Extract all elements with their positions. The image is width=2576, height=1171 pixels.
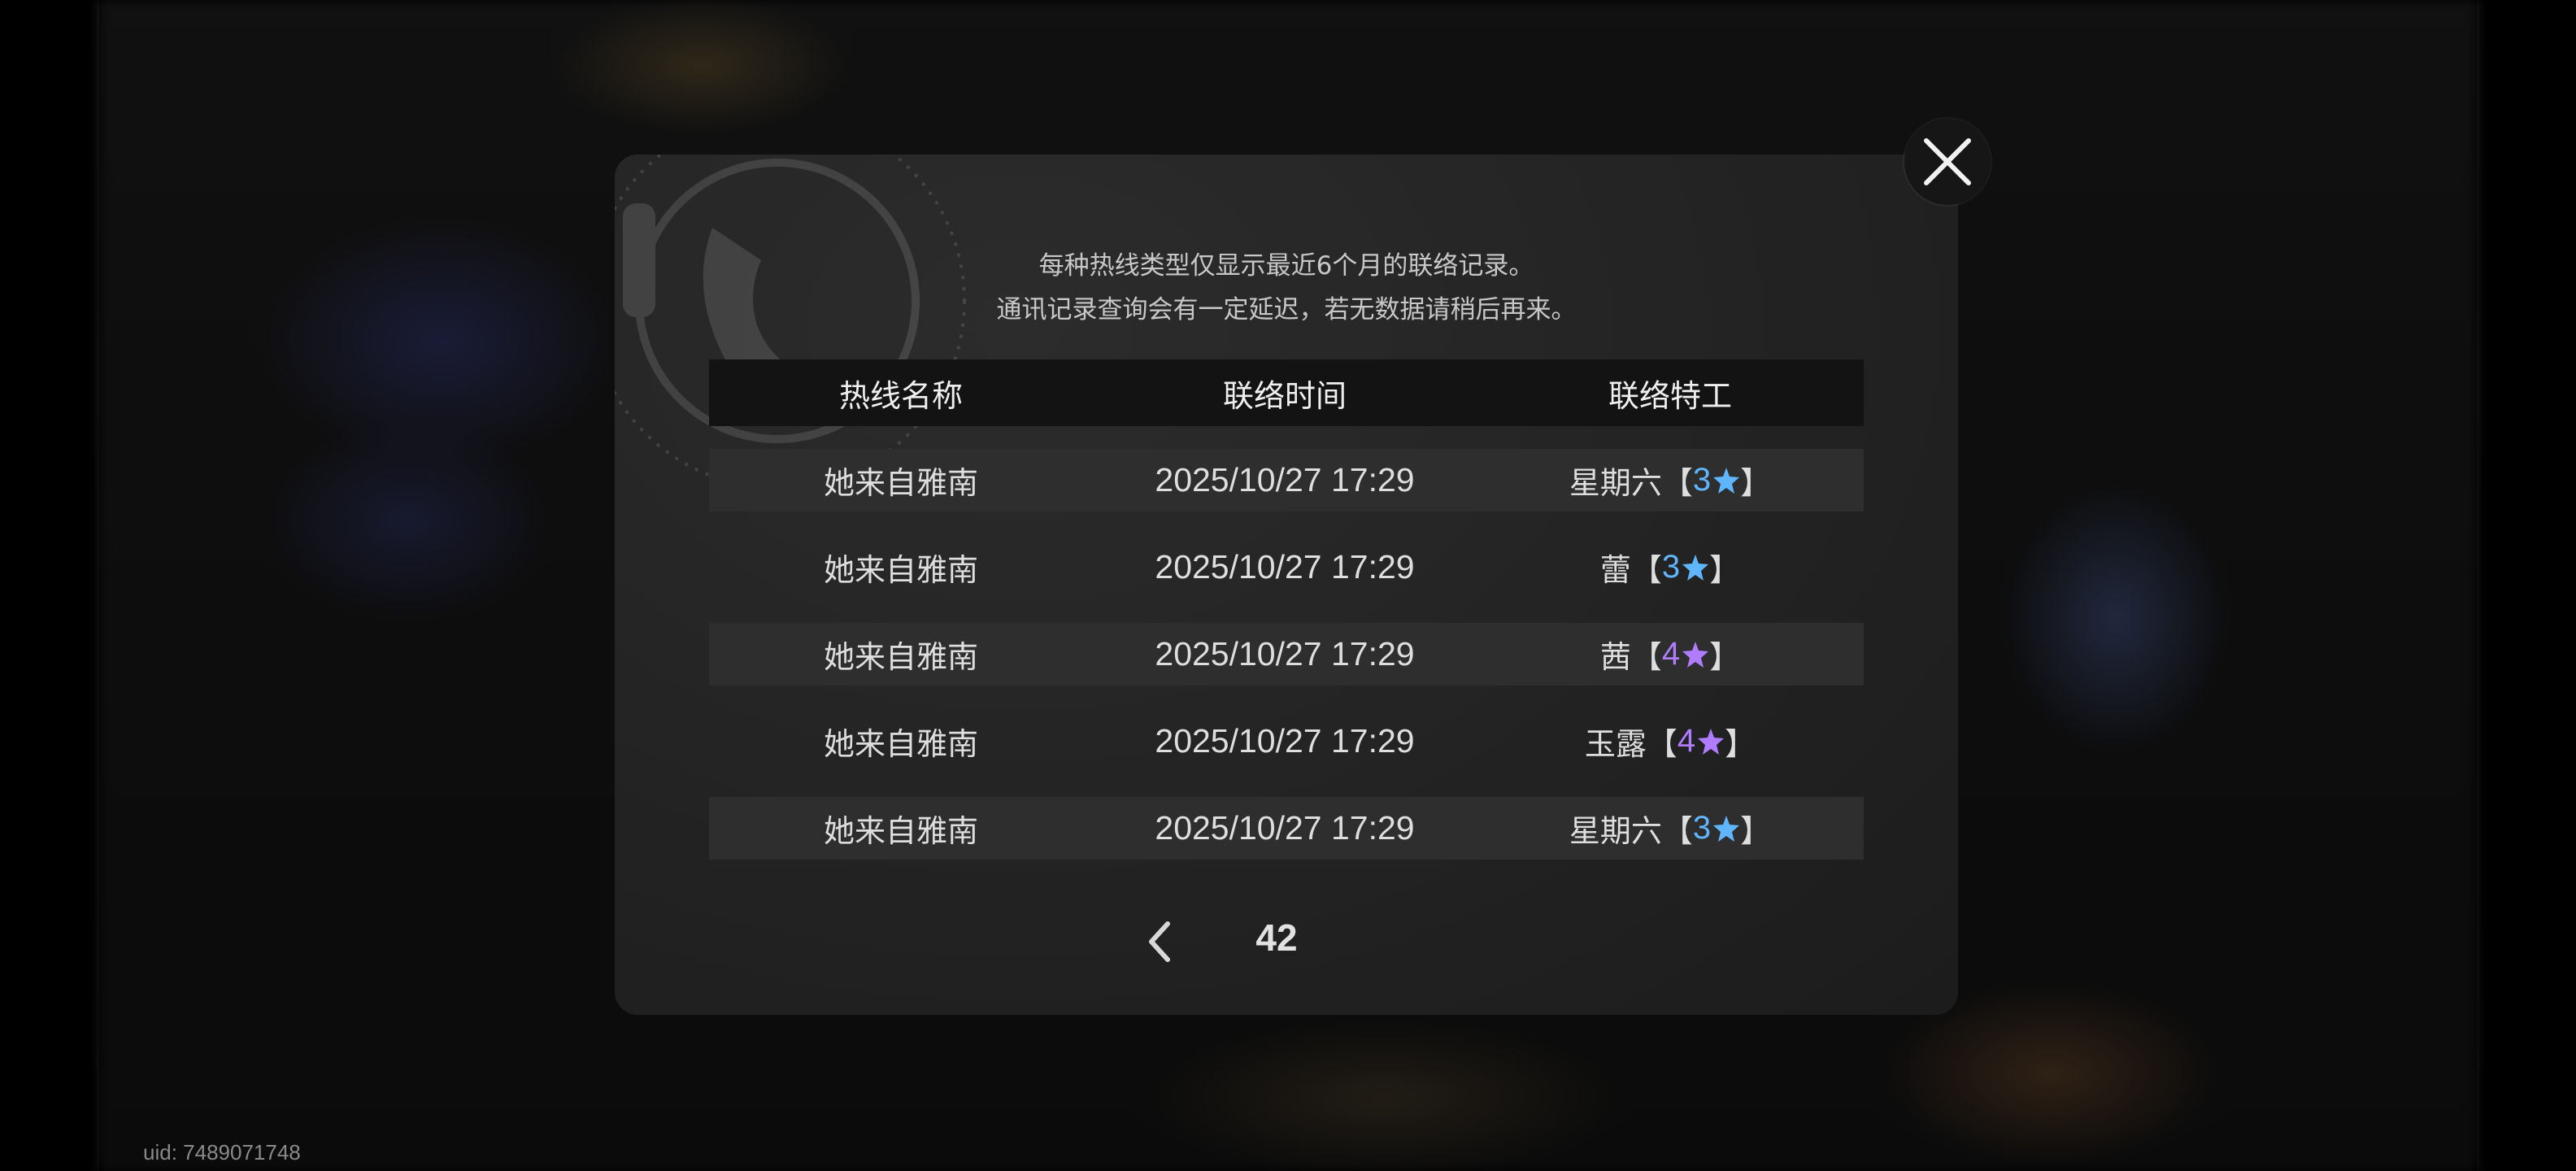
chevron-left-icon	[1149, 921, 1170, 962]
bracket-close: 】	[1725, 726, 1756, 762]
hotline-name-cell: 她来自雅南	[823, 639, 978, 675]
agent-rank-value: 4	[1661, 636, 1681, 672]
hotline-name-cell: 她来自雅南	[823, 552, 978, 588]
agent-cell: 星期六【3 】	[1477, 806, 1864, 851]
header-contact-agent: 联络特工	[1608, 377, 1732, 414]
contact-record-dialog: 每种热线类型仅显示最近6个月的联络记录。 通讯记录查询会有一定延迟，若无数据请稍…	[615, 155, 1958, 1015]
table-header: 热线名称 联络时间 联络特工	[709, 359, 1864, 426]
bracket-open: 【	[1630, 552, 1662, 588]
star-icon	[1682, 641, 1709, 668]
table-row: 她来自雅南 2025/10/27 17:29 玉露【4 】	[709, 710, 1864, 773]
bracket-open: 【	[1630, 639, 1662, 675]
notice-line-2: 通讯记录查询会有一定延迟，若无数据请稍后再来。	[996, 295, 1577, 324]
agent-rank-value: 3	[1692, 810, 1712, 846]
agent-rank-badge: 4	[1677, 723, 1725, 760]
hotline-name-cell: 她来自雅南	[823, 726, 978, 762]
contact-time-cell: 2025/10/27 17:29	[1155, 809, 1415, 847]
star-icon	[1713, 815, 1740, 842]
close-button[interactable]	[1904, 119, 1991, 205]
record-list: 她来自雅南 2025/10/27 17:29 星期六【3】她来自雅南 2025/10/…	[709, 449, 1864, 884]
contact-time-cell: 2025/10/27 17:29	[1155, 635, 1415, 673]
game-screen: uid: 7489071748 每种热线类型仅显示最近6个月的联络记录。 通讯记…	[0, 0, 2576, 1171]
star-icon	[1682, 554, 1709, 581]
agent-name: 玉露	[1584, 726, 1647, 762]
agent-rank-value: 3	[1692, 462, 1712, 498]
header-contact-time: 联络时间	[1222, 377, 1347, 414]
agent-name: 蕾	[1599, 552, 1631, 588]
header-hotline-name: 热线名称	[838, 377, 963, 414]
bracket-open: 【	[1646, 726, 1677, 762]
contact-time-cell: 2025/10/27 17:29	[1155, 548, 1415, 586]
table-row: 她来自雅南 2025/10/27 17:29 星期六【3 】	[709, 797, 1864, 860]
bracket-open: 【	[1661, 813, 1693, 849]
bracket-close: 】	[1740, 813, 1772, 849]
uid-label: uid: 7489071748	[143, 1140, 301, 1164]
agent-rank-badge: 3	[1693, 810, 1740, 847]
agent-rank-badge: 3	[1693, 462, 1740, 498]
agent-name: 星期六	[1569, 813, 1662, 849]
notice-text: 每种热线类型仅显示最近6个月的联络记录。 通讯记录查询会有一定延迟，若无数据请稍…	[615, 244, 1958, 332]
contact-time-cell: 2025/10/27 17:29	[1155, 461, 1415, 498]
notice-line-1: 每种热线类型仅显示最近6个月的联络记录。	[1038, 251, 1534, 281]
star-icon	[1698, 728, 1725, 755]
agent-rank-value: 4	[1677, 723, 1696, 759]
prev-page-button[interactable]	[1135, 917, 1184, 966]
contact-time-cell: 2025/10/27 17:29	[1155, 722, 1415, 760]
agent-cell: 玉露【4 】	[1477, 719, 1864, 764]
bracket-close: 】	[1740, 465, 1772, 501]
agent-rank-badge: 4	[1662, 636, 1709, 673]
agent-cell: 星期六【3 】	[1477, 458, 1864, 503]
bracket-open: 【	[1661, 465, 1693, 501]
bracket-close: 】	[1709, 552, 1741, 588]
agent-cell: 蕾【3 】	[1477, 545, 1864, 590]
agent-rank-badge: 3	[1662, 549, 1709, 586]
hotline-name-cell: 她来自雅南	[823, 813, 978, 849]
close-icon	[1924, 138, 1971, 185]
page-number: 42	[1255, 916, 1298, 959]
bracket-close: 】	[1709, 639, 1741, 675]
table-row: 她来自雅南 2025/10/27 17:29 蕾【3 】	[709, 536, 1864, 599]
agent-name: 茜	[1599, 639, 1631, 675]
table-row: 她来自雅南 2025/10/27 17:29 星期六【3 】	[709, 449, 1864, 511]
agent-name: 星期六	[1569, 465, 1662, 501]
table-row: 她来自雅南 2025/10/27 17:29 茜【4 】	[709, 623, 1864, 686]
star-icon	[1713, 467, 1740, 494]
agent-rank-value: 3	[1661, 549, 1681, 585]
pagination: 42	[615, 911, 1958, 976]
agent-cell: 茜【4 】	[1477, 632, 1864, 677]
hotline-name-cell: 她来自雅南	[823, 465, 978, 501]
